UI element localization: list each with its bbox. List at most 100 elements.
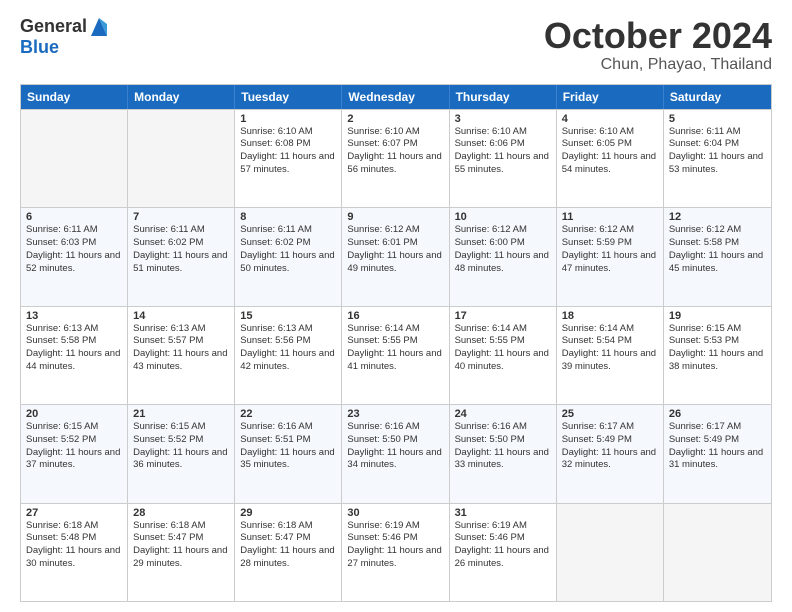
sunset-text: Sunset: 6:02 PM	[133, 237, 229, 250]
calendar-cell: 16Sunrise: 6:14 AMSunset: 5:55 PMDayligh…	[342, 307, 449, 404]
day-number: 11	[562, 211, 658, 223]
day-number: 2	[347, 113, 443, 125]
header-day-friday: Friday	[557, 85, 664, 109]
sunset-text: Sunset: 5:50 PM	[455, 434, 551, 447]
day-number: 7	[133, 211, 229, 223]
daylight-text: Daylight: 11 hours and 26 minutes.	[455, 545, 551, 571]
calendar-cell: 30Sunrise: 6:19 AMSunset: 5:46 PMDayligh…	[342, 504, 449, 601]
calendar-cell: 4Sunrise: 6:10 AMSunset: 6:05 PMDaylight…	[557, 110, 664, 207]
sunrise-text: Sunrise: 6:15 AM	[669, 323, 766, 336]
calendar-week-4: 20Sunrise: 6:15 AMSunset: 5:52 PMDayligh…	[21, 404, 771, 502]
sunrise-text: Sunrise: 6:14 AM	[562, 323, 658, 336]
daylight-text: Daylight: 11 hours and 34 minutes.	[347, 447, 443, 473]
sunrise-text: Sunrise: 6:12 AM	[669, 224, 766, 237]
calendar-week-5: 27Sunrise: 6:18 AMSunset: 5:48 PMDayligh…	[21, 503, 771, 601]
day-number: 1	[240, 113, 336, 125]
calendar: SundayMondayTuesdayWednesdayThursdayFrid…	[20, 84, 772, 602]
sunrise-text: Sunrise: 6:16 AM	[240, 421, 336, 434]
sunrise-text: Sunrise: 6:10 AM	[240, 126, 336, 139]
daylight-text: Daylight: 11 hours and 30 minutes.	[26, 545, 122, 571]
header-day-thursday: Thursday	[450, 85, 557, 109]
location: Chun, Phayao, Thailand	[544, 56, 772, 74]
sunrise-text: Sunrise: 6:19 AM	[455, 520, 551, 533]
daylight-text: Daylight: 11 hours and 43 minutes.	[133, 348, 229, 374]
calendar-header-row: SundayMondayTuesdayWednesdayThursdayFrid…	[21, 85, 771, 109]
day-number: 19	[669, 310, 766, 322]
day-number: 10	[455, 211, 551, 223]
logo-text: General Blue	[20, 16, 109, 58]
calendar-cell: 28Sunrise: 6:18 AMSunset: 5:47 PMDayligh…	[128, 504, 235, 601]
daylight-text: Daylight: 11 hours and 40 minutes.	[455, 348, 551, 374]
daylight-text: Daylight: 11 hours and 52 minutes.	[26, 250, 122, 276]
daylight-text: Daylight: 11 hours and 55 minutes.	[455, 151, 551, 177]
calendar-body: 1Sunrise: 6:10 AMSunset: 6:08 PMDaylight…	[21, 109, 771, 601]
calendar-cell: 10Sunrise: 6:12 AMSunset: 6:00 PMDayligh…	[450, 208, 557, 305]
day-number: 22	[240, 408, 336, 420]
calendar-cell: 27Sunrise: 6:18 AMSunset: 5:48 PMDayligh…	[21, 504, 128, 601]
logo-icon	[89, 14, 109, 38]
calendar-cell: 13Sunrise: 6:13 AMSunset: 5:58 PMDayligh…	[21, 307, 128, 404]
sunrise-text: Sunrise: 6:16 AM	[347, 421, 443, 434]
sunset-text: Sunset: 5:57 PM	[133, 335, 229, 348]
sunset-text: Sunset: 5:46 PM	[455, 532, 551, 545]
sunset-text: Sunset: 5:54 PM	[562, 335, 658, 348]
sunset-text: Sunset: 5:52 PM	[133, 434, 229, 447]
daylight-text: Daylight: 11 hours and 29 minutes.	[133, 545, 229, 571]
day-number: 31	[455, 507, 551, 519]
sunrise-text: Sunrise: 6:11 AM	[669, 126, 766, 139]
day-number: 18	[562, 310, 658, 322]
sunset-text: Sunset: 5:52 PM	[26, 434, 122, 447]
calendar-cell: 25Sunrise: 6:17 AMSunset: 5:49 PMDayligh…	[557, 405, 664, 502]
sunrise-text: Sunrise: 6:14 AM	[347, 323, 443, 336]
day-number: 12	[669, 211, 766, 223]
sunset-text: Sunset: 6:08 PM	[240, 138, 336, 151]
calendar-cell: 26Sunrise: 6:17 AMSunset: 5:49 PMDayligh…	[664, 405, 771, 502]
sunset-text: Sunset: 5:58 PM	[669, 237, 766, 250]
daylight-text: Daylight: 11 hours and 32 minutes.	[562, 447, 658, 473]
day-number: 27	[26, 507, 122, 519]
sunset-text: Sunset: 6:05 PM	[562, 138, 658, 151]
day-number: 25	[562, 408, 658, 420]
sunset-text: Sunset: 5:49 PM	[562, 434, 658, 447]
sunrise-text: Sunrise: 6:10 AM	[562, 126, 658, 139]
sunrise-text: Sunrise: 6:18 AM	[133, 520, 229, 533]
sunrise-text: Sunrise: 6:17 AM	[669, 421, 766, 434]
sunrise-text: Sunrise: 6:13 AM	[133, 323, 229, 336]
day-number: 26	[669, 408, 766, 420]
day-number: 17	[455, 310, 551, 322]
calendar-cell: 1Sunrise: 6:10 AMSunset: 6:08 PMDaylight…	[235, 110, 342, 207]
daylight-text: Daylight: 11 hours and 45 minutes.	[669, 250, 766, 276]
day-number: 15	[240, 310, 336, 322]
sunrise-text: Sunrise: 6:12 AM	[455, 224, 551, 237]
logo: General Blue	[20, 16, 109, 58]
sunrise-text: Sunrise: 6:10 AM	[347, 126, 443, 139]
calendar-cell: 24Sunrise: 6:16 AMSunset: 5:50 PMDayligh…	[450, 405, 557, 502]
calendar-cell: 12Sunrise: 6:12 AMSunset: 5:58 PMDayligh…	[664, 208, 771, 305]
calendar-cell: 29Sunrise: 6:18 AMSunset: 5:47 PMDayligh…	[235, 504, 342, 601]
calendar-cell: 11Sunrise: 6:12 AMSunset: 5:59 PMDayligh…	[557, 208, 664, 305]
calendar-cell: 18Sunrise: 6:14 AMSunset: 5:54 PMDayligh…	[557, 307, 664, 404]
calendar-cell: 15Sunrise: 6:13 AMSunset: 5:56 PMDayligh…	[235, 307, 342, 404]
calendar-cell: 21Sunrise: 6:15 AMSunset: 5:52 PMDayligh…	[128, 405, 235, 502]
daylight-text: Daylight: 11 hours and 54 minutes.	[562, 151, 658, 177]
calendar-cell: 6Sunrise: 6:11 AMSunset: 6:03 PMDaylight…	[21, 208, 128, 305]
calendar-week-3: 13Sunrise: 6:13 AMSunset: 5:58 PMDayligh…	[21, 306, 771, 404]
daylight-text: Daylight: 11 hours and 51 minutes.	[133, 250, 229, 276]
day-number: 30	[347, 507, 443, 519]
calendar-week-2: 6Sunrise: 6:11 AMSunset: 6:03 PMDaylight…	[21, 207, 771, 305]
header-day-saturday: Saturday	[664, 85, 771, 109]
header-day-tuesday: Tuesday	[235, 85, 342, 109]
sunset-text: Sunset: 5:47 PM	[133, 532, 229, 545]
sunset-text: Sunset: 5:55 PM	[455, 335, 551, 348]
sunset-text: Sunset: 6:01 PM	[347, 237, 443, 250]
sunset-text: Sunset: 5:59 PM	[562, 237, 658, 250]
daylight-text: Daylight: 11 hours and 35 minutes.	[240, 447, 336, 473]
daylight-text: Daylight: 11 hours and 42 minutes.	[240, 348, 336, 374]
header-day-wednesday: Wednesday	[342, 85, 449, 109]
sunset-text: Sunset: 6:00 PM	[455, 237, 551, 250]
sunrise-text: Sunrise: 6:12 AM	[562, 224, 658, 237]
calendar-cell: 14Sunrise: 6:13 AMSunset: 5:57 PMDayligh…	[128, 307, 235, 404]
sunrise-text: Sunrise: 6:11 AM	[240, 224, 336, 237]
day-number: 5	[669, 113, 766, 125]
daylight-text: Daylight: 11 hours and 47 minutes.	[562, 250, 658, 276]
